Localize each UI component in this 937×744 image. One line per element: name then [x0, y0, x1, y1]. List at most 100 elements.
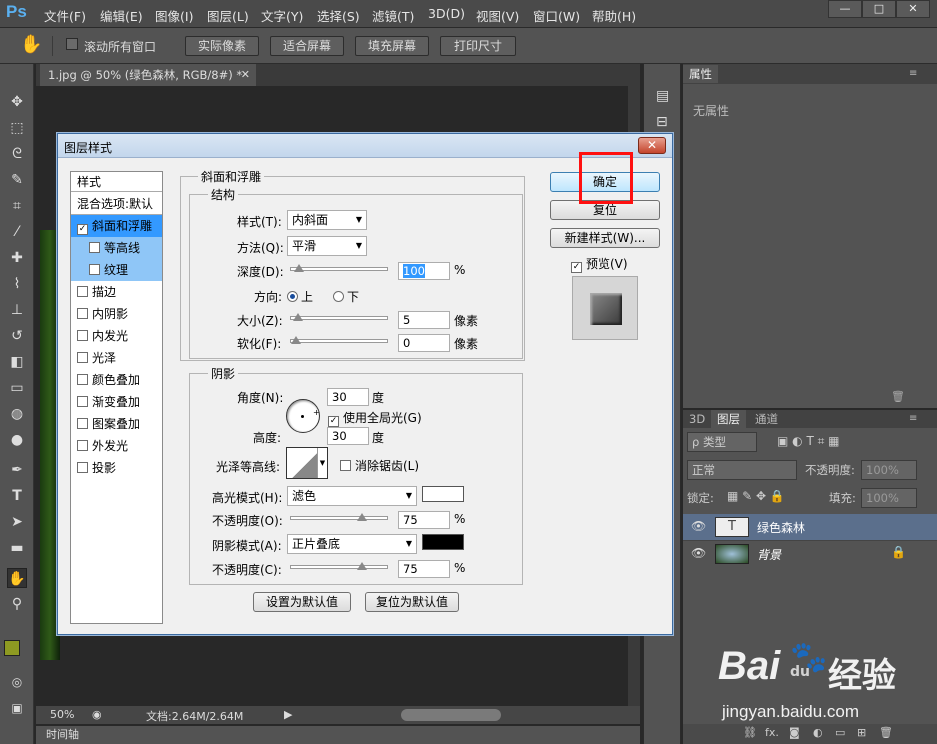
style-item[interactable]: 光泽: [71, 347, 162, 369]
document-tab[interactable]: 1.jpg @ 50% (绿色森林, RGB/8#) * ✕: [40, 64, 256, 86]
altitude-input[interactable]: 30: [327, 427, 369, 445]
layer-name[interactable]: 绿色森林: [757, 519, 805, 536]
scroll-all-checkbox[interactable]: [66, 38, 78, 50]
trash-icon[interactable]: 🗑: [891, 390, 905, 403]
style-item[interactable]: 描边: [71, 281, 162, 303]
opacity-input[interactable]: 100%: [861, 460, 917, 480]
lock-icons[interactable]: ▦ ✎ ✥ 🔒: [727, 489, 785, 503]
styles-header[interactable]: 样式: [71, 172, 162, 192]
lasso-tool-icon[interactable]: ᘓ: [7, 144, 27, 164]
filter-icons[interactable]: ▣ ◐ T ⌗ ▦: [777, 434, 840, 449]
style-item[interactable]: 图案叠加: [71, 413, 162, 435]
menu-help[interactable]: 帮助(H): [592, 6, 636, 25]
preview-checkbox[interactable]: ✓ 预览(V): [571, 255, 628, 273]
style-item[interactable]: 等高线: [71, 237, 162, 259]
shadow-mode-select[interactable]: 正片叠底 ▼: [287, 534, 417, 554]
style-item[interactable]: 内阴影: [71, 303, 162, 325]
style-item[interactable]: ✓ 斜面和浮雕: [71, 215, 162, 237]
actual-pixels-button[interactable]: 实际像素: [185, 36, 259, 56]
fit-screen-button[interactable]: 适合屏幕: [270, 36, 344, 56]
depth-slider[interactable]: [290, 264, 388, 272]
menu-view[interactable]: 视图(V): [476, 6, 519, 25]
shape-tool-icon[interactable]: ▬: [7, 538, 27, 558]
size-slider[interactable]: [290, 313, 388, 321]
dodge-tool-icon[interactable]: ●: [7, 430, 27, 450]
style-item-checkbox[interactable]: [77, 352, 88, 363]
healing-brush-icon[interactable]: ✚: [7, 248, 27, 268]
style-item-checkbox[interactable]: [77, 374, 88, 385]
anti-alias-checkbox[interactable]: 消除锯齿(L): [340, 457, 419, 474]
brush-tool-icon[interactable]: ⌇: [7, 274, 27, 294]
highlight-opacity-input[interactable]: 75: [398, 511, 450, 529]
visibility-eye-icon[interactable]: 👁: [691, 519, 706, 533]
crop-tool-icon[interactable]: ⌗: [7, 196, 27, 216]
layer-comps-icon[interactable]: ⊟: [656, 114, 668, 130]
layers-panel-menu-icon[interactable]: ≡: [909, 413, 917, 424]
marquee-tool-icon[interactable]: ⬚: [7, 118, 27, 138]
stamp-tool-icon[interactable]: ⊥: [7, 300, 27, 320]
highlight-opacity-slider[interactable]: [290, 513, 388, 521]
angle-dial[interactable]: +: [286, 399, 320, 433]
reset-default-button[interactable]: 复位为默认值: [365, 592, 459, 612]
blend-options-item[interactable]: 混合选项:默认: [71, 193, 162, 215]
dialog-close-icon[interactable]: ✕: [638, 137, 666, 154]
menu-type[interactable]: 文字(Y): [261, 6, 303, 25]
blur-tool-icon[interactable]: ◍: [7, 404, 27, 424]
style-item[interactable]: 颜色叠加: [71, 369, 162, 391]
direction-down-radio[interactable]: 下: [333, 288, 359, 305]
type-tool-icon[interactable]: T: [7, 486, 27, 506]
style-item[interactable]: 内发光: [71, 325, 162, 347]
history-brush-icon[interactable]: ↺: [7, 326, 27, 346]
style-item[interactable]: 投影: [71, 457, 162, 479]
eyedropper-tool-icon[interactable]: ⁄: [7, 222, 27, 242]
eraser-tool-icon[interactable]: ◧: [7, 352, 27, 372]
style-item-checkbox[interactable]: [89, 264, 100, 275]
fill-screen-button[interactable]: 填充屏幕: [355, 36, 429, 56]
shadow-opacity-slider[interactable]: [290, 562, 388, 570]
panel-menu-icon[interactable]: ≡: [909, 68, 917, 79]
style-item-checkbox[interactable]: [77, 462, 88, 473]
hand-tool-active-icon[interactable]: ✋: [7, 568, 27, 588]
soften-input[interactable]: 0: [398, 334, 450, 352]
path-select-tool-icon[interactable]: ➤: [7, 512, 27, 532]
maximize-icon[interactable]: □: [862, 0, 896, 18]
fill-input[interactable]: 100%: [861, 488, 917, 508]
style-item-checkbox[interactable]: [77, 308, 88, 319]
share-icon[interactable]: ◉: [92, 708, 102, 721]
tab-properties[interactable]: 属性: [683, 65, 718, 83]
menu-filter[interactable]: 滤镜(T): [372, 6, 414, 25]
layer-name[interactable]: 背景: [757, 546, 781, 563]
menu-3d[interactable]: 3D(D): [428, 6, 465, 21]
layer-row-background[interactable]: 👁 背景 🔒: [683, 540, 937, 566]
size-input[interactable]: 5: [398, 311, 450, 329]
status-arrow-icon[interactable]: ▶: [284, 708, 292, 721]
new-style-button[interactable]: 新建样式(W)...: [550, 228, 660, 248]
close-tab-icon[interactable]: ✕: [241, 64, 250, 86]
menu-image[interactable]: 图像(I): [155, 6, 193, 25]
direction-up-radio[interactable]: 上: [287, 288, 313, 305]
minimize-icon[interactable]: —: [828, 0, 862, 18]
tab-layers[interactable]: 图层: [711, 410, 746, 428]
close-icon[interactable]: ✕: [896, 0, 930, 18]
screen-mode-icon[interactable]: ▣: [7, 698, 27, 718]
quick-mask-icon[interactable]: ◎: [7, 672, 27, 692]
style-item-checkbox[interactable]: [77, 396, 88, 407]
style-item-checkbox[interactable]: [77, 418, 88, 429]
soften-slider[interactable]: [290, 336, 388, 344]
blend-mode-select[interactable]: 正常: [687, 460, 797, 480]
gradient-tool-icon[interactable]: ▭: [7, 378, 27, 398]
soften-slider-thumb[interactable]: [291, 336, 301, 344]
highlight-opacity-thumb[interactable]: [357, 513, 367, 521]
shadow-opacity-input[interactable]: 75: [398, 560, 450, 578]
visibility-eye-icon[interactable]: 👁: [691, 546, 706, 560]
style-item-checkbox[interactable]: [77, 330, 88, 341]
shadow-opacity-thumb[interactable]: [357, 562, 367, 570]
zoom-tool-icon[interactable]: ⚲: [7, 594, 27, 614]
highlight-color-swatch[interactable]: [422, 486, 464, 502]
shadow-color-swatch[interactable]: [422, 534, 464, 550]
layer-filter-select[interactable]: ρ 类型: [687, 432, 757, 452]
layer-row-text[interactable]: 👁 T 绿色森林: [683, 514, 937, 540]
style-item[interactable]: 外发光: [71, 435, 162, 457]
print-size-button[interactable]: 打印尺寸: [440, 36, 516, 56]
quick-select-tool-icon[interactable]: ✎: [7, 170, 27, 190]
